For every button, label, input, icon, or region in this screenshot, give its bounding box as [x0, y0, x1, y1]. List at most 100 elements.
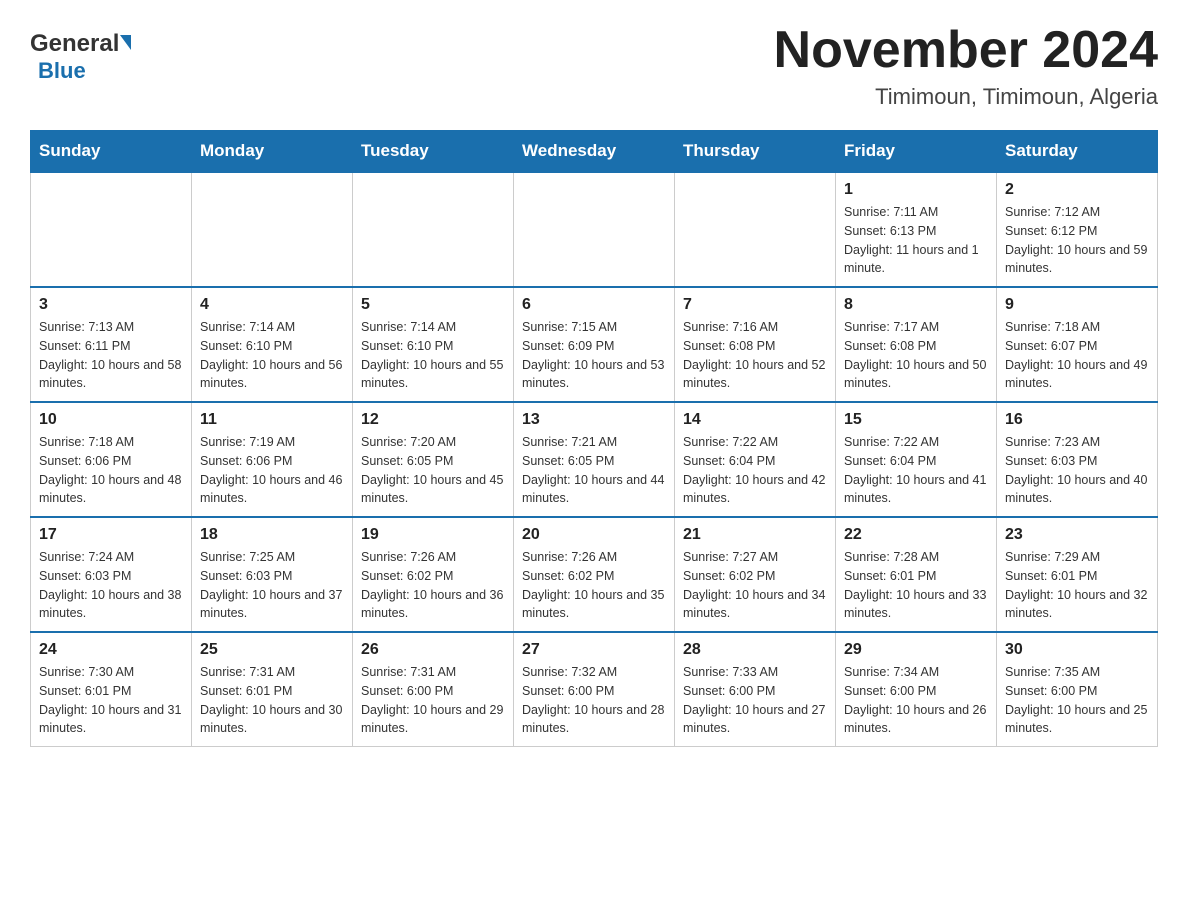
calendar-cell: 4 Sunrise: 7:14 AMSunset: 6:10 PMDaylight… [192, 287, 353, 402]
calendar-cell: 24Sunrise: 7:30 AMSunset: 6:01 PMDayligh… [31, 632, 192, 747]
day-number: 4 [200, 296, 344, 314]
day-info: Sunrise: 7:34 AMSunset: 6:00 PMDaylight:… [844, 663, 988, 738]
day-number: 3 [39, 296, 183, 314]
page-header: General Blue November 2024 Timimoun, Tim… [30, 20, 1158, 110]
day-info: Sunrise: 7:30 AMSunset: 6:01 PMDaylight:… [39, 663, 183, 738]
week-row-4: 17Sunrise: 7:24 AMSunset: 6:03 PMDayligh… [31, 517, 1158, 632]
day-info: Sunrise: 7:22 AMSunset: 6:04 PMDaylight:… [683, 433, 827, 508]
day-number: 10 [39, 411, 183, 429]
day-info: Sunrise: 7:23 AMSunset: 6:03 PMDaylight:… [1005, 433, 1149, 508]
calendar-cell: 9Sunrise: 7:18 AMSunset: 6:07 PMDaylight… [997, 287, 1158, 402]
calendar-header: Sunday Monday Tuesday Wednesday Thursday… [31, 131, 1158, 173]
day-number: 25 [200, 641, 344, 659]
day-number: 16 [1005, 411, 1149, 429]
day-number: 27 [522, 641, 666, 659]
logo: General Blue [30, 30, 131, 84]
day-number: 5 [361, 296, 505, 314]
calendar-cell: 16 Sunrise: 7:23 AMSunset: 6:03 PMDayligh… [997, 402, 1158, 517]
day-number: 6 [522, 296, 666, 314]
col-monday: Monday [192, 131, 353, 173]
calendar-cell: 6 Sunrise: 7:15 AMSunset: 6:09 PMDaylight… [514, 287, 675, 402]
calendar-cell: 19Sunrise: 7:26 AMSunset: 6:02 PMDayligh… [353, 517, 514, 632]
calendar-cell: 27 Sunrise: 7:32 AMSunset: 6:00 PMDayligh… [514, 632, 675, 747]
col-sunday: Sunday [31, 131, 192, 173]
calendar-cell: 21Sunrise: 7:27 AMSunset: 6:02 PMDayligh… [675, 517, 836, 632]
day-number: 14 [683, 411, 827, 429]
title-block: November 2024 Timimoun, Timimoun, Algeri… [774, 20, 1158, 110]
day-info: Sunrise: 7:12 AMSunset: 6:12 PMDaylight:… [1005, 203, 1149, 278]
logo-arrow-icon [120, 35, 131, 50]
logo-blue-text: Blue [38, 58, 86, 83]
day-number: 21 [683, 526, 827, 544]
day-number: 28 [683, 641, 827, 659]
day-info: Sunrise: 7:18 AMSunset: 6:07 PMDaylight:… [1005, 318, 1149, 393]
calendar-cell: 17Sunrise: 7:24 AMSunset: 6:03 PMDayligh… [31, 517, 192, 632]
location-subtitle: Timimoun, Timimoun, Algeria [774, 84, 1158, 110]
day-info: Sunrise: 7:14 AMSunset: 6:10 PMDaylight:… [361, 318, 505, 393]
day-number: 19 [361, 526, 505, 544]
day-number: 15 [844, 411, 988, 429]
day-number: 26 [361, 641, 505, 659]
calendar-cell: 30 Sunrise: 7:35 AMSunset: 6:00 PMDayligh… [997, 632, 1158, 747]
day-info: Sunrise: 7:35 AMSunset: 6:00 PMDaylight:… [1005, 663, 1149, 738]
calendar-title: November 2024 [774, 20, 1158, 80]
calendar-body: 1 Sunrise: 7:11 AMSunset: 6:13 PMDaylight… [31, 172, 1158, 747]
calendar-cell: 1 Sunrise: 7:11 AMSunset: 6:13 PMDaylight… [836, 172, 997, 287]
day-number: 1 [844, 181, 988, 199]
day-info: Sunrise: 7:24 AMSunset: 6:03 PMDaylight:… [39, 548, 183, 623]
calendar-cell: 12Sunrise: 7:20 AMSunset: 6:05 PMDayligh… [353, 402, 514, 517]
day-info: Sunrise: 7:13 AMSunset: 6:11 PMDaylight:… [39, 318, 183, 393]
calendar-cell: 25Sunrise: 7:31 AMSunset: 6:01 PMDayligh… [192, 632, 353, 747]
calendar-table: Sunday Monday Tuesday Wednesday Thursday… [30, 130, 1158, 747]
day-info: Sunrise: 7:31 AMSunset: 6:00 PMDaylight:… [361, 663, 505, 738]
day-number: 13 [522, 411, 666, 429]
day-info: Sunrise: 7:26 AMSunset: 6:02 PMDaylight:… [522, 548, 666, 623]
logo-general-text: General [30, 30, 119, 58]
calendar-cell [675, 172, 836, 287]
day-info: Sunrise: 7:29 AMSunset: 6:01 PMDaylight:… [1005, 548, 1149, 623]
calendar-cell: 11 Sunrise: 7:19 AMSunset: 6:06 PMDayligh… [192, 402, 353, 517]
week-row-5: 24Sunrise: 7:30 AMSunset: 6:01 PMDayligh… [31, 632, 1158, 747]
col-friday: Friday [836, 131, 997, 173]
day-number: 23 [1005, 526, 1149, 544]
calendar-cell [192, 172, 353, 287]
calendar-cell: 7Sunrise: 7:16 AMSunset: 6:08 PMDaylight… [675, 287, 836, 402]
day-info: Sunrise: 7:32 AMSunset: 6:00 PMDaylight:… [522, 663, 666, 738]
calendar-cell: 26 Sunrise: 7:31 AMSunset: 6:00 PMDayligh… [353, 632, 514, 747]
calendar-cell: 20 Sunrise: 7:26 AMSunset: 6:02 PMDayligh… [514, 517, 675, 632]
day-info: Sunrise: 7:17 AMSunset: 6:08 PMDaylight:… [844, 318, 988, 393]
day-info: Sunrise: 7:19 AMSunset: 6:06 PMDaylight:… [200, 433, 344, 508]
calendar-cell: 10Sunrise: 7:18 AMSunset: 6:06 PMDayligh… [31, 402, 192, 517]
day-info: Sunrise: 7:15 AMSunset: 6:09 PMDaylight:… [522, 318, 666, 393]
day-number: 20 [522, 526, 666, 544]
week-row-1: 1 Sunrise: 7:11 AMSunset: 6:13 PMDaylight… [31, 172, 1158, 287]
day-number: 22 [844, 526, 988, 544]
calendar-cell: 5 Sunrise: 7:14 AMSunset: 6:10 PMDaylight… [353, 287, 514, 402]
col-tuesday: Tuesday [353, 131, 514, 173]
day-info: Sunrise: 7:21 AMSunset: 6:05 PMDaylight:… [522, 433, 666, 508]
calendar-cell: 13 Sunrise: 7:21 AMSunset: 6:05 PMDayligh… [514, 402, 675, 517]
col-wednesday: Wednesday [514, 131, 675, 173]
day-number: 7 [683, 296, 827, 314]
day-info: Sunrise: 7:25 AMSunset: 6:03 PMDaylight:… [200, 548, 344, 623]
days-of-week-row: Sunday Monday Tuesday Wednesday Thursday… [31, 131, 1158, 173]
day-number: 30 [1005, 641, 1149, 659]
calendar-cell: 3 Sunrise: 7:13 AMSunset: 6:11 PMDaylight… [31, 287, 192, 402]
calendar-cell: 23 Sunrise: 7:29 AMSunset: 6:01 PMDayligh… [997, 517, 1158, 632]
calendar-cell: 8Sunrise: 7:17 AMSunset: 6:08 PMDaylight… [836, 287, 997, 402]
day-number: 11 [200, 411, 344, 429]
day-info: Sunrise: 7:22 AMSunset: 6:04 PMDaylight:… [844, 433, 988, 508]
day-number: 12 [361, 411, 505, 429]
calendar-cell: 22Sunrise: 7:28 AMSunset: 6:01 PMDayligh… [836, 517, 997, 632]
calendar-cell: 29 Sunrise: 7:34 AMSunset: 6:00 PMDayligh… [836, 632, 997, 747]
day-info: Sunrise: 7:11 AMSunset: 6:13 PMDaylight:… [844, 203, 988, 278]
calendar-cell: 18 Sunrise: 7:25 AMSunset: 6:03 PMDayligh… [192, 517, 353, 632]
day-number: 18 [200, 526, 344, 544]
day-info: Sunrise: 7:14 AMSunset: 6:10 PMDaylight:… [200, 318, 344, 393]
day-number: 2 [1005, 181, 1149, 199]
day-info: Sunrise: 7:33 AMSunset: 6:00 PMDaylight:… [683, 663, 827, 738]
day-number: 29 [844, 641, 988, 659]
calendar-cell [514, 172, 675, 287]
calendar-cell: 14 Sunrise: 7:22 AMSunset: 6:04 PMDayligh… [675, 402, 836, 517]
week-row-3: 10Sunrise: 7:18 AMSunset: 6:06 PMDayligh… [31, 402, 1158, 517]
